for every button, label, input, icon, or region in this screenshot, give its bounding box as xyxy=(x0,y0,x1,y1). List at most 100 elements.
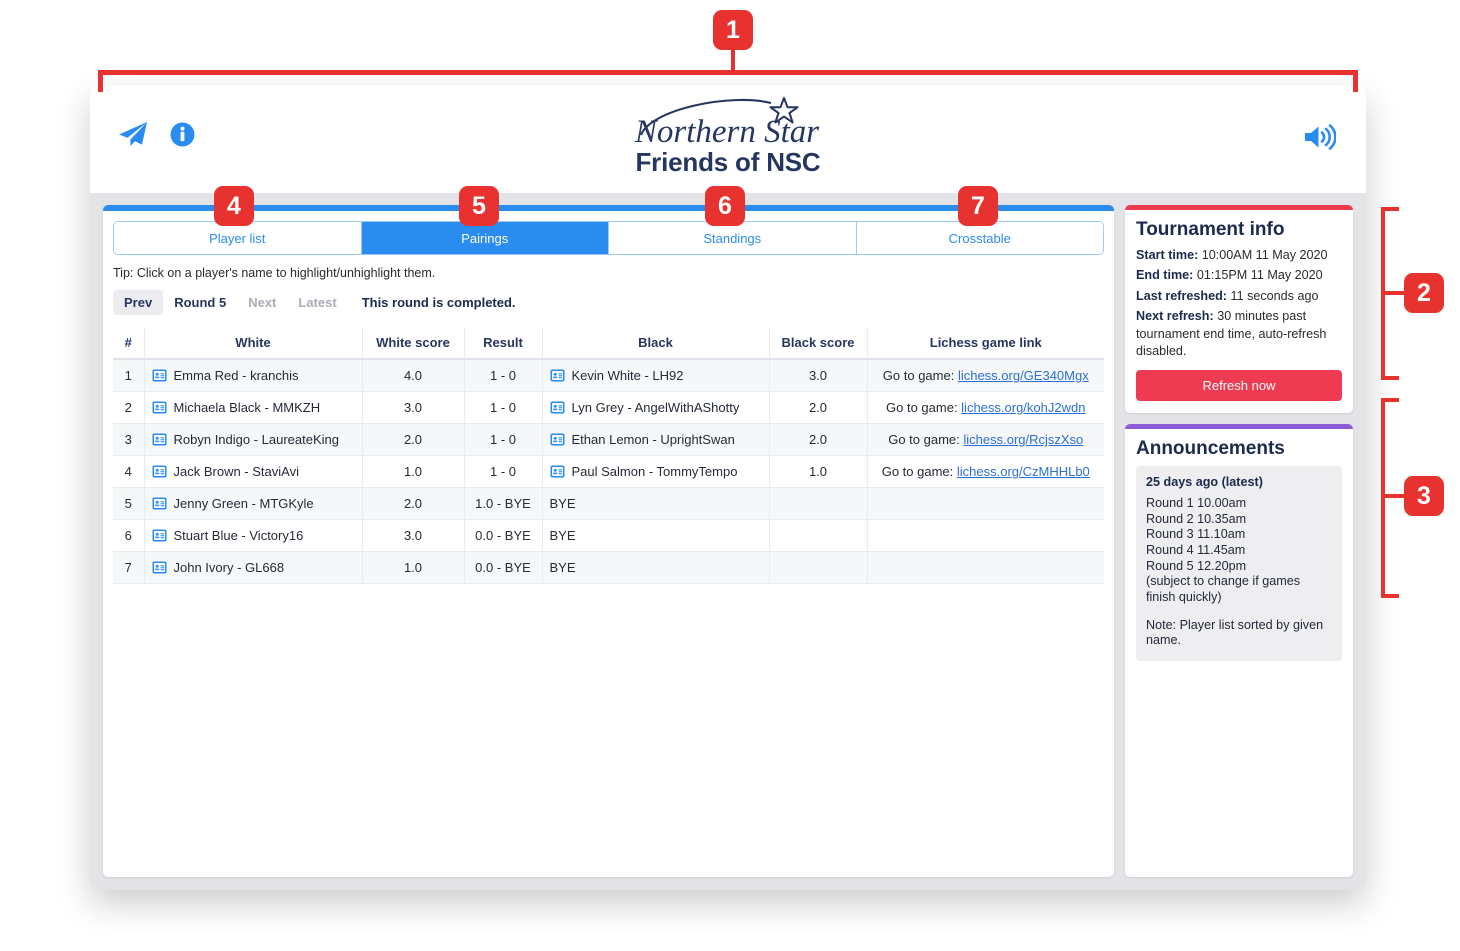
white-player[interactable]: Jenny Green - MTGKyle xyxy=(152,496,355,511)
white-player[interactable]: John Ivory - GL668 xyxy=(152,560,355,575)
player-card-icon xyxy=(550,401,564,414)
cell-number: 4 xyxy=(113,455,145,488)
table-row: 2 Michaela Black - MMKZH 3.0 1 - 0 Lyn Grey … xyxy=(113,391,1104,424)
player-name[interactable]: Kevin White - LH92 xyxy=(572,368,684,383)
cell-black: Ethan Lemon - UprightSwan xyxy=(542,423,770,456)
white-player[interactable]: Robyn Indigo - LaureateKing xyxy=(152,432,355,447)
cell-white: Stuart Blue - Victory16 xyxy=(144,519,363,552)
col-header-number: # xyxy=(113,327,145,360)
tab-label: Crosstable xyxy=(948,230,1011,246)
player-name[interactable]: Ethan Lemon - UprightSwan xyxy=(572,432,735,447)
screenshot-root: Northern Star Friends of NSC Player list… xyxy=(0,0,1460,951)
annotation-badge-label: 6 xyxy=(718,191,732,220)
player-card-icon xyxy=(550,433,564,446)
player-card-icon xyxy=(152,433,166,446)
start-time-value: 10:00AM 11 May 2020 xyxy=(1201,248,1328,262)
cell-black-score: 2.0 xyxy=(769,391,868,424)
annotation-bracket-3-bottom xyxy=(1381,594,1399,598)
lichess-game-cell: Go to game: lichess.org/kohJ2wdn xyxy=(886,400,1085,415)
white-player[interactable]: Stuart Blue - Victory16 xyxy=(152,528,355,543)
refresh-now-button[interactable]: Refresh now xyxy=(1136,370,1342,402)
cell-result: 0.0 - BYE xyxy=(464,551,543,584)
col-header-result: Result xyxy=(464,327,543,360)
lichess-game-link[interactable]: lichess.org/CzMHHLb0 xyxy=(957,464,1090,479)
tip-text: Tip: Click on a player's name to highlig… xyxy=(113,266,436,280)
cell-white: Emma Red - kranchis xyxy=(144,359,363,392)
volume-up-icon[interactable] xyxy=(1302,123,1337,156)
latest-round-button: Latest xyxy=(298,295,337,310)
cell-result: 1 - 0 xyxy=(464,391,543,424)
player-name[interactable]: Jack Brown - StaviAvi xyxy=(174,464,299,479)
player-name[interactable]: Michaela Black - MMKZH xyxy=(174,400,321,415)
annotation-badge-2: 2 xyxy=(1404,273,1444,313)
player-card-icon xyxy=(152,561,166,574)
end-time-row: End time: 01:15PM 11 May 2020 xyxy=(1136,267,1342,284)
player-name[interactable]: Lyn Grey - AngelWithAShotty xyxy=(572,400,740,415)
cell-game-link: Go to game: lichess.org/RcjszXso xyxy=(867,423,1104,456)
tournament-info-panel: Tournament info Start time: 10:00AM 11 M… xyxy=(1125,205,1353,414)
player-name[interactable]: Paul Salmon - TommyTempo xyxy=(572,464,738,479)
annotation-leader-2 xyxy=(1385,291,1404,295)
lichess-game-link[interactable]: lichess.org/kohJ2wdn xyxy=(961,400,1085,415)
col-header-white-score: White score xyxy=(362,327,465,360)
black-player[interactable]: Ethan Lemon - UprightSwan xyxy=(550,432,762,447)
tab-crosstable[interactable]: Crosstable xyxy=(856,222,1103,254)
cell-number: 5 xyxy=(113,487,145,520)
white-player[interactable]: Emma Red - kranchis xyxy=(152,368,355,383)
annotation-bracket-1-left xyxy=(98,70,103,92)
player-card-icon xyxy=(152,401,166,414)
cell-white-score: 1.0 xyxy=(362,551,465,584)
player-name[interactable]: Robyn Indigo - LaureateKing xyxy=(174,432,340,447)
app-body: Player list Pairings Standings Crosstabl… xyxy=(90,193,1366,890)
announcements-title: Announcements xyxy=(1136,438,1285,460)
annotation-bracket-3-vert xyxy=(1381,398,1385,598)
last-refreshed-value: 11 seconds ago xyxy=(1230,288,1319,303)
lichess-game-link[interactable]: lichess.org/RcjszXso xyxy=(963,432,1083,447)
pairings-table: # White White score Result Black Black s… xyxy=(113,327,1104,584)
cell-number: 2 xyxy=(113,391,145,424)
lichess-game-link[interactable]: lichess.org/GE340Mgx xyxy=(958,368,1089,383)
cell-result: 0.0 - BYE xyxy=(464,519,543,552)
player-name[interactable]: Stuart Blue - Victory16 xyxy=(174,528,304,543)
bye-label: BYE xyxy=(549,528,576,543)
announcements-panel: Announcements 25 days ago (latest) Round… xyxy=(1125,424,1353,877)
black-player[interactable]: Paul Salmon - TommyTempo xyxy=(550,464,762,479)
cell-black: BYE xyxy=(542,519,770,552)
cell-black: BYE xyxy=(542,487,770,520)
link-prefix: Go to game: xyxy=(886,400,962,415)
annotation-badge-label: 2 xyxy=(1417,278,1431,307)
player-card-icon xyxy=(550,465,564,478)
tab-standings[interactable]: Standings xyxy=(609,222,857,254)
next-refresh-label: Next refresh: xyxy=(1136,309,1214,324)
next-refresh-row: Next refresh: 30 minutes past tournament… xyxy=(1136,308,1342,360)
main-content-card: Player list Pairings Standings Crosstabl… xyxy=(103,205,1114,877)
annotation-badge-label: 5 xyxy=(472,191,486,220)
player-card-icon xyxy=(152,465,166,478)
cell-black: Lyn Grey - AngelWithAShotty xyxy=(542,391,770,424)
lichess-game-cell: Go to game: lichess.org/GE340Mgx xyxy=(883,368,1089,383)
table-header-row: # White White score Result Black Black s… xyxy=(113,327,1104,360)
cell-number: 7 xyxy=(113,551,145,584)
black-player[interactable]: Lyn Grey - AngelWithAShotty xyxy=(550,400,762,415)
player-name[interactable]: Emma Red - kranchis xyxy=(174,368,299,383)
cell-game-link xyxy=(867,487,1104,520)
white-player[interactable]: Jack Brown - StaviAvi xyxy=(152,464,355,479)
announcement-body: Round 1 10.00am Round 2 10.35am Round 3 … xyxy=(1146,496,1301,604)
black-player[interactable]: Kevin White - LH92 xyxy=(550,368,762,383)
tab-bar: Player list Pairings Standings Crosstabl… xyxy=(113,221,1104,255)
tab-pairings[interactable]: Pairings xyxy=(361,222,609,254)
prev-round-button[interactable]: Prev xyxy=(113,290,164,315)
table-body: 1 Emma Red - kranchis 4.0 1 - 0 Kevin White … xyxy=(113,359,1104,584)
player-name[interactable]: John Ivory - GL668 xyxy=(174,560,285,575)
table-row: 5 Jenny Green - MTGKyle 2.0 1.0 - BYE BYE xyxy=(113,487,1104,520)
next-round-button: Next xyxy=(248,295,277,310)
player-name[interactable]: Jenny Green - MTGKyle xyxy=(174,496,314,511)
tab-player-list[interactable]: Player list xyxy=(114,222,362,254)
white-player[interactable]: Michaela Black - MMKZH xyxy=(152,400,355,415)
cell-white-score: 1.0 xyxy=(362,455,465,488)
player-card-icon xyxy=(152,369,166,382)
annotation-leader-3 xyxy=(1385,494,1404,498)
annotation-badge-label: 1 xyxy=(726,15,740,44)
announcement-date: 25 days ago (latest) xyxy=(1146,475,1263,490)
annotation-badge-7: 7 xyxy=(958,186,998,226)
